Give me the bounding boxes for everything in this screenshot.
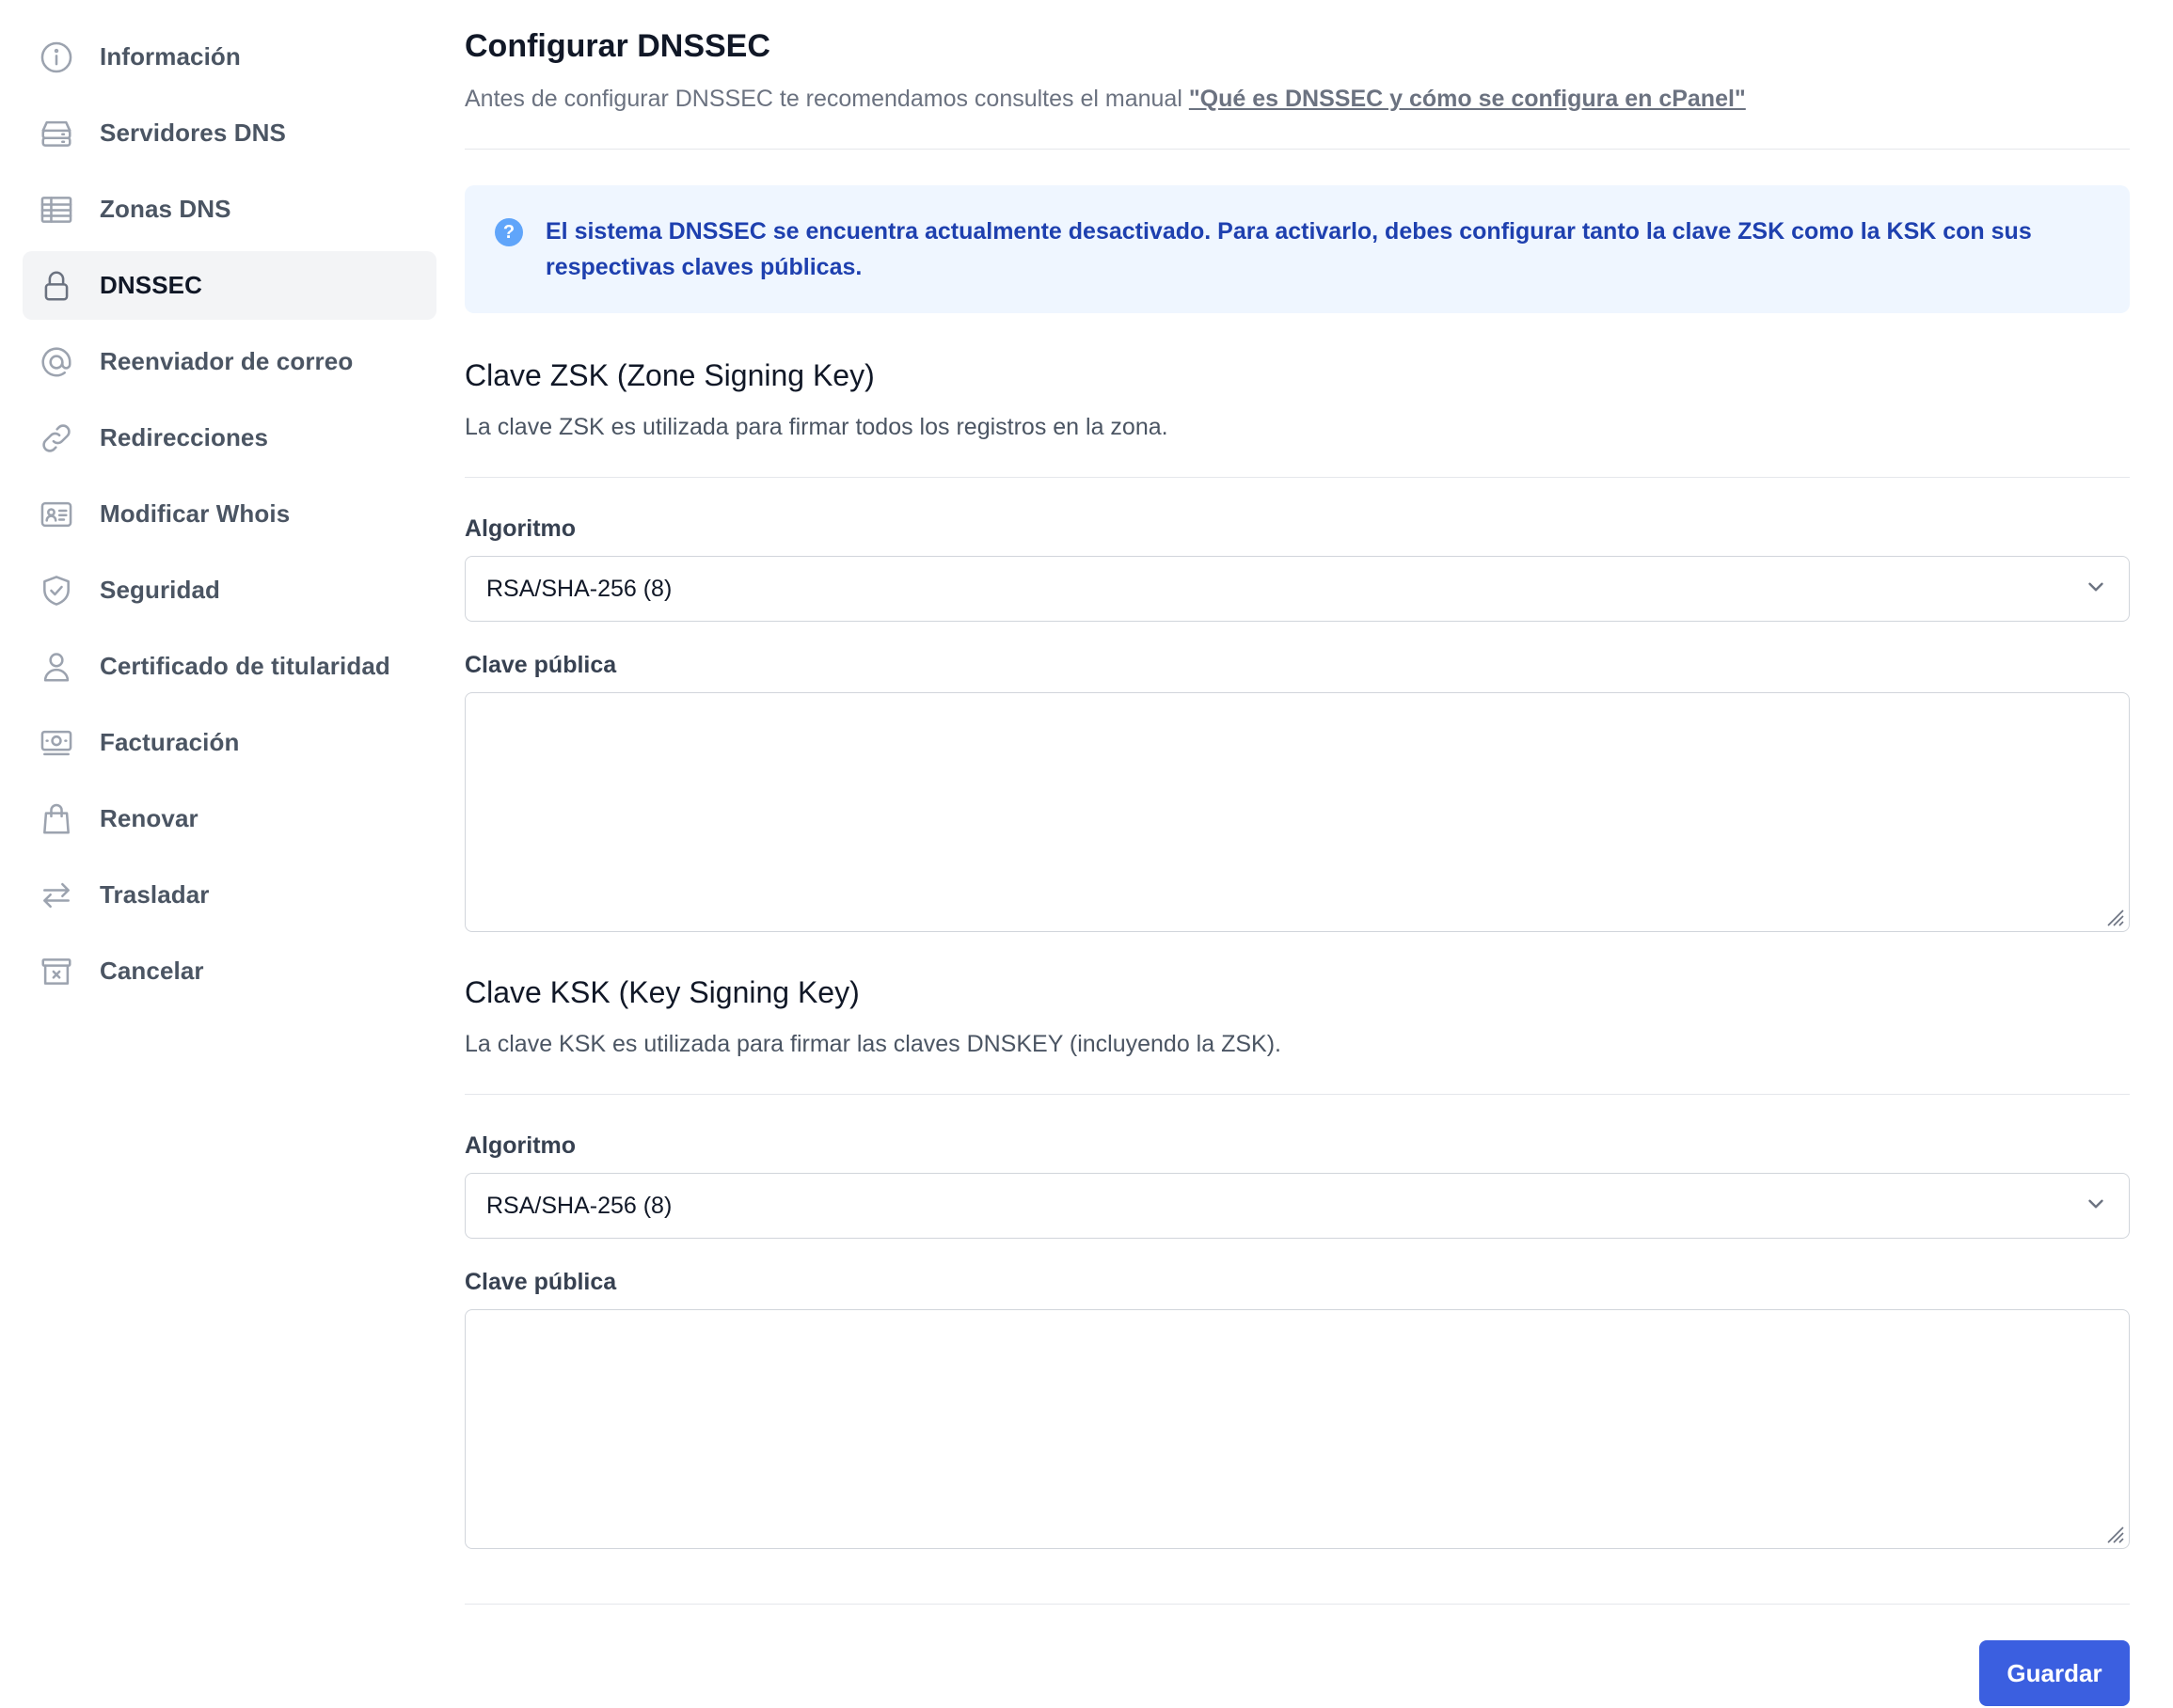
zsk-description: La clave ZSK es utilizada para firmar to… (465, 414, 1168, 440)
chevron-down-icon (2084, 575, 2108, 604)
sidebar-item-label: Reenviador de correo (100, 347, 354, 375)
link-icon (38, 419, 75, 457)
sidebar-item-certificado-titularidad[interactable]: Certificado de titularidad (23, 632, 436, 701)
page-subtitle: Antes de configurar DNSSEC te recomendam… (465, 86, 2130, 113)
dnssec-status-alert: ? El sistema DNSSEC se encuentra actualm… (465, 185, 2130, 313)
ksk-public-key-label: Clave pública (465, 1269, 617, 1295)
user-icon (38, 648, 75, 686)
divider (465, 477, 2130, 478)
info-icon (38, 39, 75, 76)
shopping-bag-icon (38, 800, 75, 838)
ksk-algorithm-select[interactable]: RSA/SHA-256 (8) (465, 1173, 2130, 1239)
resize-handle-icon[interactable] (2102, 905, 2125, 927)
sidebar-item-zonas-dns[interactable]: Zonas DNS (23, 175, 436, 244)
server-icon (38, 115, 75, 152)
zsk-algorithm-value: RSA/SHA-256 (8) (486, 575, 673, 602)
id-card-icon (38, 496, 75, 533)
cash-icon (38, 724, 75, 762)
divider (465, 1094, 2130, 1095)
sidebar-item-seguridad[interactable]: Seguridad (23, 556, 436, 625)
sidebar-item-label: Facturación (100, 728, 240, 756)
sidebar-item-label: Redirecciones (100, 423, 269, 451)
sidebar-item-label: Seguridad (100, 576, 221, 604)
ksk-description: La clave KSK es utilizada para firmar la… (465, 1031, 1281, 1057)
archive-x-icon (38, 953, 75, 990)
manual-link[interactable]: "Qué es DNSSEC y cómo se configura en cP… (1189, 86, 1746, 112)
sidebar-item-label: Trasladar (100, 880, 210, 909)
page: Información Servidores DNS Zonas DNS DNS… (0, 0, 2173, 1708)
zsk-public-key-label: Clave pública (465, 652, 617, 678)
sidebar: Información Servidores DNS Zonas DNS DNS… (23, 23, 436, 1013)
sidebar-item-dnssec[interactable]: DNSSEC (23, 251, 436, 320)
sidebar-item-label: Zonas DNS (100, 195, 231, 223)
sidebar-item-redirecciones[interactable]: Redirecciones (23, 403, 436, 472)
question-circle-icon: ? (495, 218, 523, 246)
sidebar-item-informacion[interactable]: Información (23, 23, 436, 91)
zsk-algorithm-label: Algoritmo (465, 515, 577, 542)
zsk-section-title: Clave ZSK (Zone Signing Key) (465, 358, 875, 392)
ksk-section-title: Clave KSK (Key Signing Key) (465, 975, 860, 1009)
zsk-algorithm-select[interactable]: RSA/SHA-256 (8) (465, 556, 2130, 622)
page-title: Configurar DNSSEC (465, 28, 770, 64)
sidebar-item-label: Información (100, 42, 241, 71)
ksk-algorithm-label: Algoritmo (465, 1132, 577, 1159)
sidebar-item-label: DNSSEC (100, 271, 202, 299)
chevron-down-icon (2084, 1192, 2108, 1221)
alert-text: El sistema DNSSEC se encuentra actualmen… (546, 218, 2032, 280)
ksk-algorithm-value: RSA/SHA-256 (8) (486, 1192, 673, 1219)
shield-check-icon (38, 572, 75, 609)
sidebar-item-reenviador-correo[interactable]: Reenviador de correo (23, 327, 436, 396)
sidebar-item-label: Servidores DNS (100, 119, 286, 147)
arrows-swap-icon (38, 877, 75, 914)
sidebar-item-cancelar[interactable]: Cancelar (23, 937, 436, 1005)
at-sign-icon (38, 343, 75, 381)
zsk-public-key-textarea[interactable] (465, 692, 2130, 932)
form-actions: Guardar (465, 1605, 2130, 1708)
sidebar-item-label: Cancelar (100, 957, 204, 985)
sidebar-item-servidores-dns[interactable]: Servidores DNS (23, 99, 436, 167)
subtitle-text: Antes de configurar DNSSEC te recomendam… (465, 86, 1189, 112)
sidebar-item-label: Renovar (100, 804, 198, 832)
ksk-public-key-textarea[interactable] (465, 1309, 2130, 1549)
sidebar-item-label: Modificar Whois (100, 499, 291, 528)
resize-handle-icon[interactable] (2102, 1522, 2125, 1544)
sidebar-item-facturacion[interactable]: Facturación (23, 708, 436, 777)
sidebar-item-modificar-whois[interactable]: Modificar Whois (23, 480, 436, 548)
lock-icon (38, 267, 75, 305)
sidebar-item-trasladar[interactable]: Trasladar (23, 861, 436, 929)
save-button[interactable]: Guardar (1979, 1640, 2130, 1706)
sidebar-item-renovar[interactable]: Renovar (23, 784, 436, 853)
table-icon (38, 191, 75, 229)
sidebar-item-label: Certificado de titularidad (100, 652, 390, 680)
divider (465, 149, 2130, 150)
main-content: Configurar DNSSEC Antes de configurar DN… (465, 23, 2130, 1708)
